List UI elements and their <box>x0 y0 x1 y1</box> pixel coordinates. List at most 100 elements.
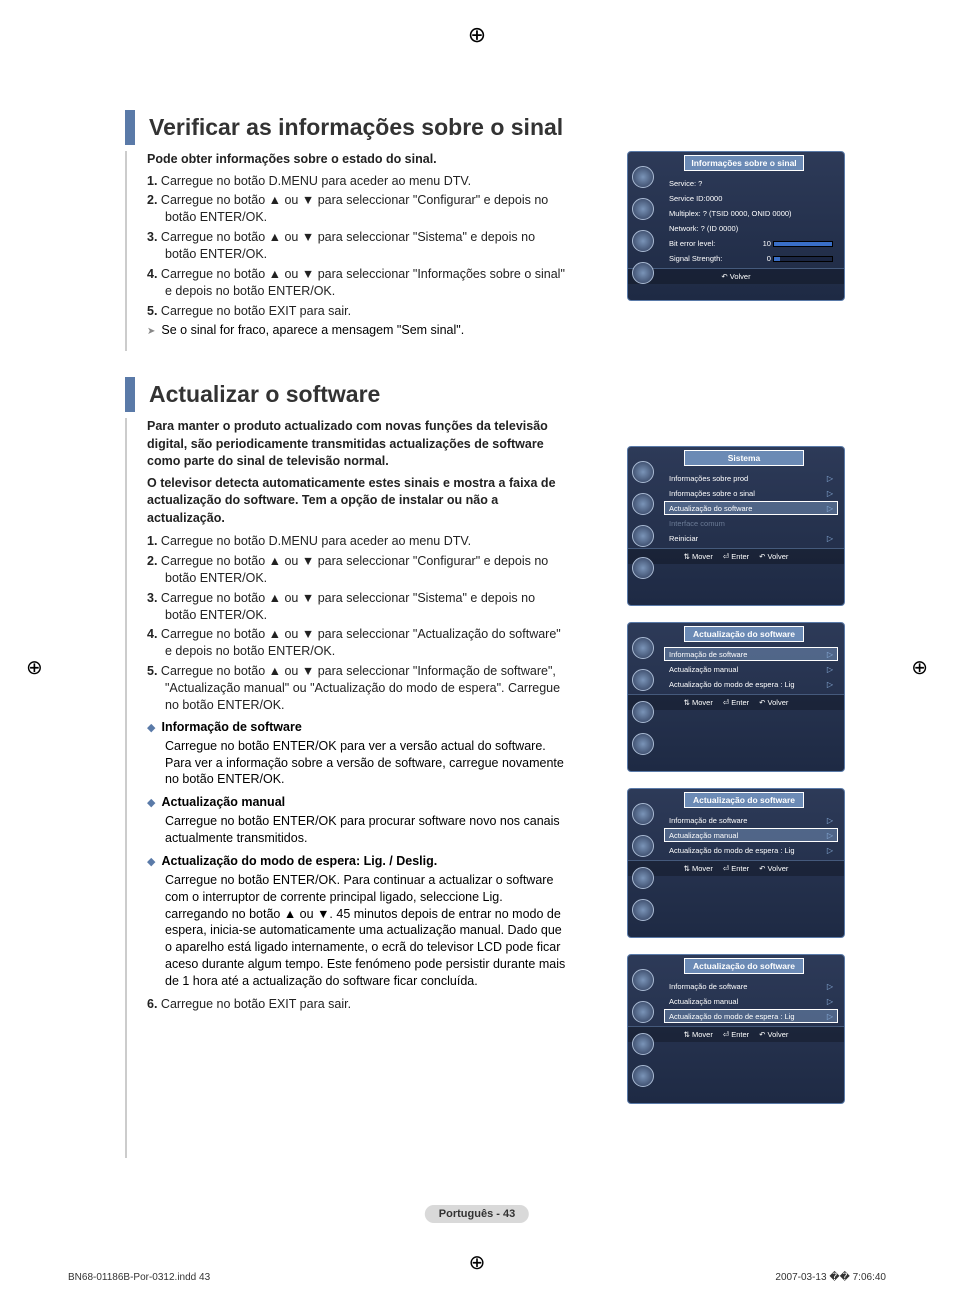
osd-panel-sistema: Sistema Informações sobre prod▷ Informaç… <box>627 446 845 606</box>
bar-icon <box>773 256 833 262</box>
osd-title: Actualização do software <box>684 626 804 642</box>
osd-icon <box>632 803 654 825</box>
osd-footer-mover: Mover <box>684 864 713 873</box>
osd-menu-item[interactable]: Actualização do modo de espera : Lig▷ <box>664 1009 838 1023</box>
osd-menu-item[interactable]: Informação de software▷ <box>664 647 838 661</box>
osd-content: Informações sobre prod▷ Informações sobr… <box>660 466 844 548</box>
section-title-software-update: Actualizar o software <box>125 377 845 412</box>
osd-footer-mover: Mover <box>684 552 713 561</box>
step-item: 4. Carregue no botão ▲ ou ▼ para selecci… <box>147 626 567 660</box>
osd-menu-item: Interface comum <box>664 516 838 530</box>
intro-text: Pode obter informações sobre o estado do… <box>147 151 567 169</box>
osd-footer-enter: Enter <box>723 698 749 707</box>
step-number: 3. <box>147 230 157 244</box>
chevron-right-icon: ▷ <box>827 680 833 689</box>
osd-panel-software-update: Actualização do software Informação de s… <box>627 788 845 938</box>
page-number: Português - 43 <box>425 1205 529 1223</box>
osd-footer-volver: Volver <box>759 698 788 707</box>
osd-icon <box>632 733 654 755</box>
osd-icon <box>632 230 654 252</box>
osd-icon <box>632 669 654 691</box>
step-text: Carregue no botão ▲ ou ▼ para selecciona… <box>161 664 560 712</box>
osd-icon <box>632 969 654 991</box>
osd-sidebar-icons <box>632 803 656 921</box>
chevron-right-icon: ▷ <box>827 831 833 840</box>
osd-icon <box>632 1065 654 1087</box>
registration-mark-icon: ⊕ <box>26 655 43 680</box>
osd-icon <box>632 867 654 889</box>
steps-list: 6. Carregue no botão EXIT para sair. <box>147 996 567 1013</box>
osd-sidebar-icons <box>632 166 656 284</box>
bar-icon <box>773 241 833 247</box>
step-item: 1. Carregue no botão D.MENU para aceder … <box>147 173 567 190</box>
osd-menu-item[interactable]: Actualização manual▷ <box>664 662 838 676</box>
osd-menu-item[interactable]: Informação de software▷ <box>664 979 838 993</box>
osd-content: Service: ? Service ID:0000 Multiplex: ? … <box>660 171 844 268</box>
chevron-right-icon: ▷ <box>827 846 833 855</box>
step-item: 1. Carregue no botão D.MENU para aceder … <box>147 533 567 550</box>
chevron-right-icon: ▷ <box>827 489 833 498</box>
osd-menu-item[interactable]: Reiniciar▷ <box>664 531 838 545</box>
step-item: 4. Carregue no botão ▲ ou ▼ para selecci… <box>147 266 567 300</box>
osd-menu-item[interactable]: Actualização do modo de espera : Lig▷ <box>664 677 838 691</box>
osd-icon <box>632 899 654 921</box>
step-item: 3. Carregue no botão ▲ ou ▼ para selecci… <box>147 590 567 624</box>
chevron-right-icon: ▷ <box>827 1012 833 1021</box>
osd-menu-item[interactable]: Actualização manual▷ <box>664 994 838 1008</box>
step-item: 5. Carregue no botão ▲ ou ▼ para selecci… <box>147 663 567 714</box>
chevron-right-icon: ▷ <box>827 665 833 674</box>
osd-icon <box>632 493 654 515</box>
step-text: Carregue no botão ▲ ou ▼ para selecciona… <box>161 230 535 261</box>
osd-line: Network: ? (ID 0000) <box>664 221 838 235</box>
diamond-icon: ◆ <box>147 722 155 734</box>
osd-bit-error: Bit error level: 10 <box>664 236 838 250</box>
osd-icon <box>632 557 654 579</box>
osd-icon <box>632 262 654 284</box>
note-text: Se o sinal for fraco, aparece a mensagem… <box>161 323 464 337</box>
osd-content: Informação de software▷ Actualização man… <box>660 974 844 1026</box>
osd-footer-mover: Mover <box>684 1030 713 1039</box>
osd-line: Multiplex: ? (TSID 0000, ONID 0000) <box>664 206 838 220</box>
steps-list: 1. Carregue no botão D.MENU para aceder … <box>147 173 567 320</box>
page-content: Verificar as informações sobre o sinal P… <box>125 110 845 1184</box>
osd-icon <box>632 1001 654 1023</box>
step-text: Carregue no botão ▲ ou ▼ para selecciona… <box>161 267 565 298</box>
step-number: 5. <box>147 304 157 318</box>
step-item: 2. Carregue no botão ▲ ou ▼ para selecci… <box>147 192 567 226</box>
osd-line: Service: ? <box>664 176 838 190</box>
osd-icon <box>632 525 654 547</box>
osd-title: Actualização do software <box>684 792 804 808</box>
sub-body: Carregue no botão ENTER/OK para ver a ve… <box>147 738 567 789</box>
chevron-right-icon: ▷ <box>827 474 833 483</box>
osd-footer: Mover Enter Volver <box>628 548 844 564</box>
chevron-right-icon: ▷ <box>827 650 833 659</box>
osd-menu-item[interactable]: Informações sobre o sinal▷ <box>664 486 838 500</box>
registration-mark-icon: ⊕ <box>468 22 486 48</box>
section-body-signal-info: Pode obter informações sobre o estado do… <box>125 151 845 351</box>
section-title-signal-info: Verificar as informações sobre o sinal <box>125 110 845 145</box>
arrow-icon <box>147 323 161 337</box>
step-text: Carregue no botão D.MENU para aceder ao … <box>161 174 471 188</box>
step-number: 2. <box>147 193 157 207</box>
step-text: Carregue no botão ▲ ou ▼ para selecciona… <box>161 627 561 658</box>
osd-menu-item[interactable]: Informação de software▷ <box>664 813 838 827</box>
osd-panel-software-update: Actualização do software Informação de s… <box>627 954 845 1104</box>
osd-signal-strength: Signal Strength: 0 <box>664 251 838 265</box>
step-number: 1. <box>147 174 157 188</box>
osd-menu-item[interactable]: Informações sobre prod▷ <box>664 471 838 485</box>
step-text: Carregue no botão EXIT para sair. <box>161 997 351 1011</box>
step-text: Carregue no botão EXIT para sair. <box>161 304 351 318</box>
osd-footer: Volver <box>628 268 844 284</box>
intro-text: O televisor detecta automaticamente este… <box>147 475 567 528</box>
osd-menu-item[interactable]: Actualização do software▷ <box>664 501 838 515</box>
diamond-icon: ◆ <box>147 797 155 809</box>
osd-sidebar-icons <box>632 461 656 579</box>
chevron-right-icon: ▷ <box>827 997 833 1006</box>
step-text: Carregue no botão ▲ ou ▼ para selecciona… <box>161 554 548 585</box>
osd-footer: Mover Enter Volver <box>628 694 844 710</box>
chevron-right-icon: ▷ <box>827 816 833 825</box>
osd-menu-item[interactable]: Actualização manual▷ <box>664 828 838 842</box>
osd-footer: Mover Enter Volver <box>628 1026 844 1042</box>
osd-menu-item[interactable]: Actualização do modo de espera : Lig▷ <box>664 843 838 857</box>
osd-icon <box>632 166 654 188</box>
